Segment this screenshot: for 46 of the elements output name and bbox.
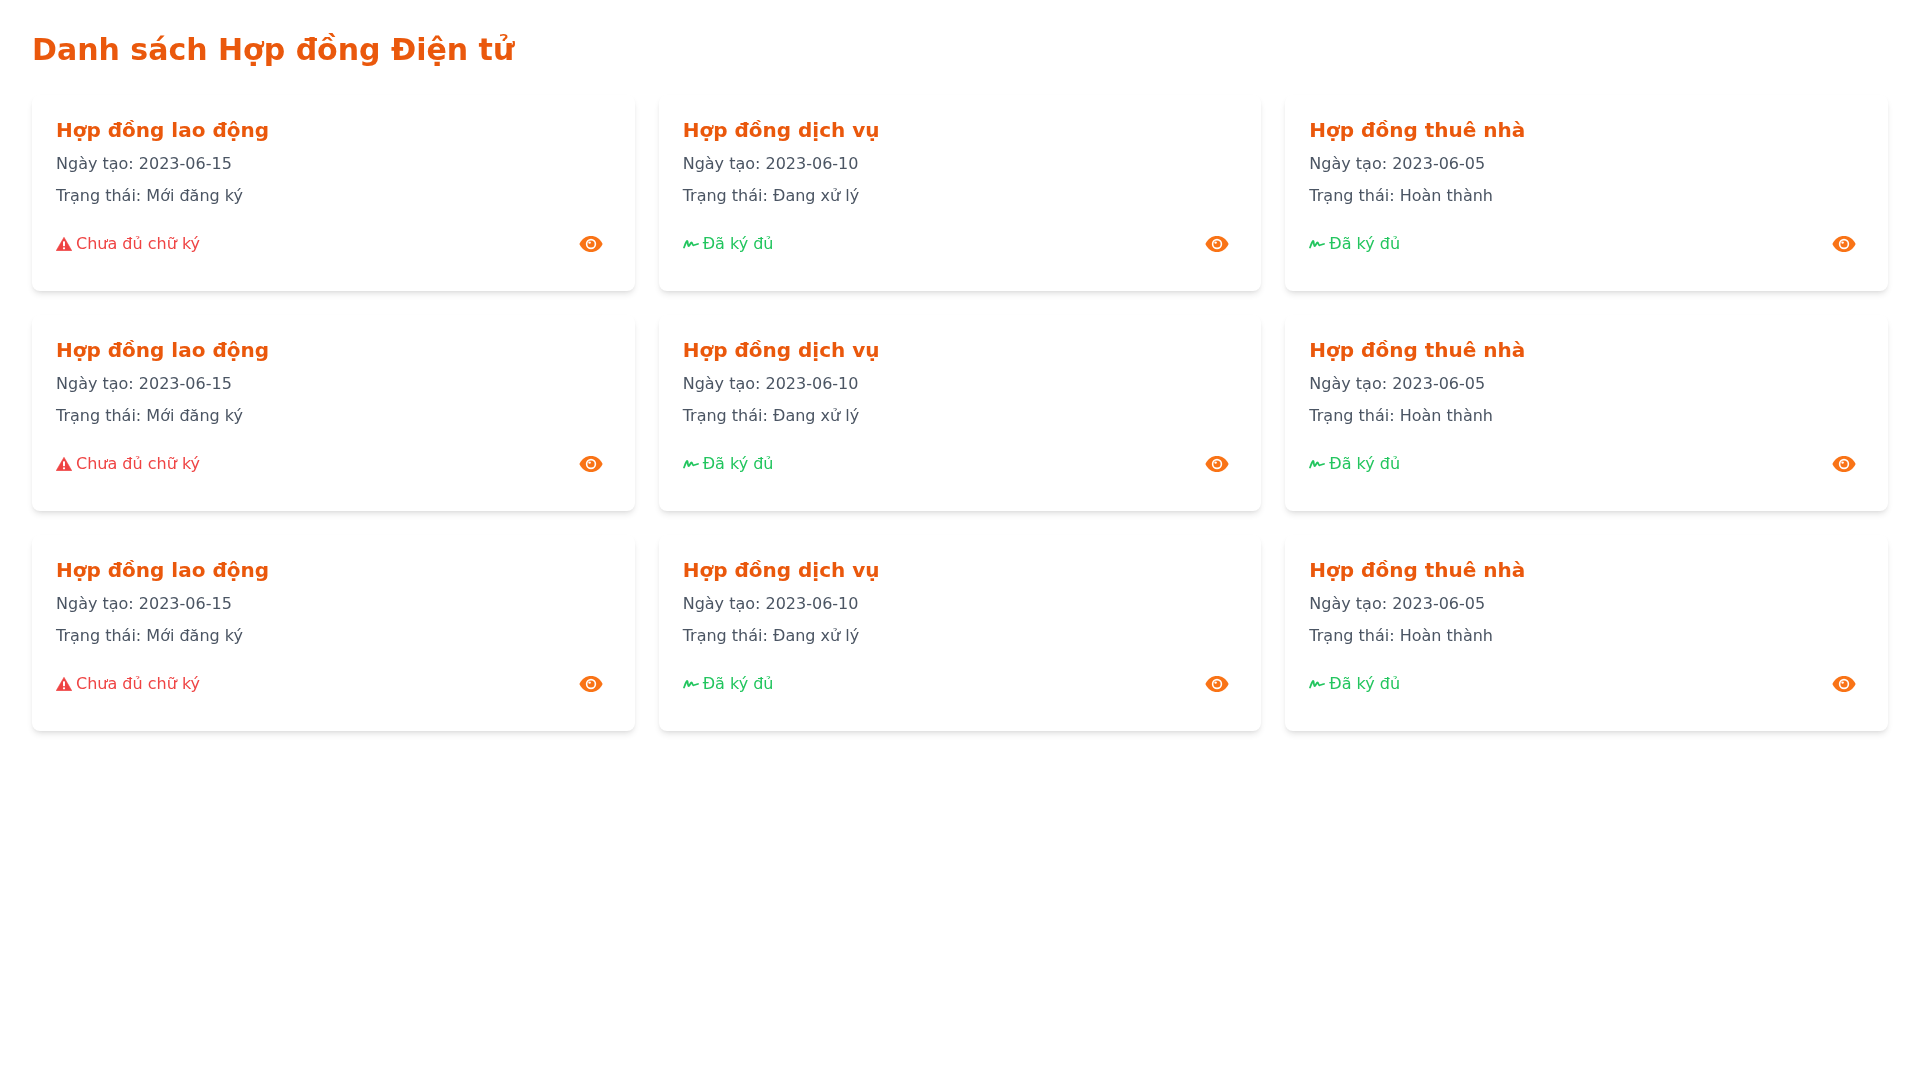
created-date: Ngày tạo: 2023-06-10: [682, 153, 859, 175]
signature-status: Đã ký đủ: [1329, 453, 1401, 475]
contract-title: Hợp đồng lao động: [56, 337, 269, 364]
contract-title: Hợp đồng thuê nhà: [1309, 117, 1526, 144]
signature-status: Đã ký đủ: [702, 673, 774, 695]
eye-icon: [1832, 676, 1856, 692]
signature-status: Chưa đủ chữ ký: [76, 673, 201, 695]
signature-status: Đã ký đủ: [702, 453, 774, 475]
created-date: Ngày tạo: 2023-06-05: [1309, 153, 1486, 175]
eye-icon: [1832, 456, 1856, 472]
status-text: Trạng thái: Mới đăng ký: [56, 405, 243, 427]
status-text: Trạng thái: Đang xử lý: [682, 625, 860, 647]
eye-icon: [1832, 236, 1856, 252]
created-date: Ngày tạo: 2023-06-15: [56, 153, 232, 175]
eye-icon: [1205, 676, 1230, 692]
status-text: Trạng thái: Hoàn thành: [1309, 405, 1493, 427]
eye-icon: [578, 456, 603, 472]
contract-title: Hợp đồng lao động: [56, 557, 269, 584]
status-text: Trạng thái: Đang xử lý: [682, 185, 860, 207]
eye-icon: [1205, 236, 1230, 252]
signature-status: Đã ký đủ: [1329, 233, 1401, 255]
contract-title: Hợp đồng dịch vụ: [682, 337, 880, 364]
created-date: Ngày tạo: 2023-06-05: [1309, 373, 1486, 395]
created-date: Ngày tạo: 2023-06-10: [682, 593, 859, 615]
status-text: Trạng thái: Mới đăng ký: [56, 185, 243, 207]
status-text: Trạng thái: Mới đăng ký: [56, 625, 243, 647]
signature-status: Chưa đủ chữ ký: [76, 233, 201, 255]
created-date: Ngày tạo: 2023-06-05: [1309, 593, 1486, 615]
contract-title: Hợp đồng dịch vụ: [682, 557, 880, 584]
eye-icon: [1205, 456, 1230, 472]
status-text: Trạng thái: Đang xử lý: [682, 405, 860, 427]
contract-title: Hợp đồng dịch vụ: [682, 117, 880, 144]
created-date: Ngày tạo: 2023-06-10: [682, 373, 859, 395]
signature-status: Đã ký đủ: [1329, 673, 1401, 695]
created-date: Ngày tạo: 2023-06-15: [56, 373, 232, 395]
contract-title: Hợp đồng thuê nhà: [1309, 337, 1526, 364]
eye-icon: [578, 236, 603, 252]
status-text: Trạng thái: Hoàn thành: [1309, 185, 1493, 207]
eye-icon: [578, 676, 603, 692]
contract-title: Hợp đồng thuê nhà: [1309, 557, 1526, 584]
status-text: Trạng thái: Hoàn thành: [1309, 625, 1493, 647]
created-date: Ngày tạo: 2023-06-15: [56, 593, 232, 615]
contract-title: Hợp đồng lao động: [56, 117, 269, 144]
signature-status: Chưa đủ chữ ký: [76, 453, 201, 475]
signature-status: Đã ký đủ: [702, 233, 774, 255]
page-title: Danh sách Hợp đồng Điện tử: [32, 32, 515, 68]
